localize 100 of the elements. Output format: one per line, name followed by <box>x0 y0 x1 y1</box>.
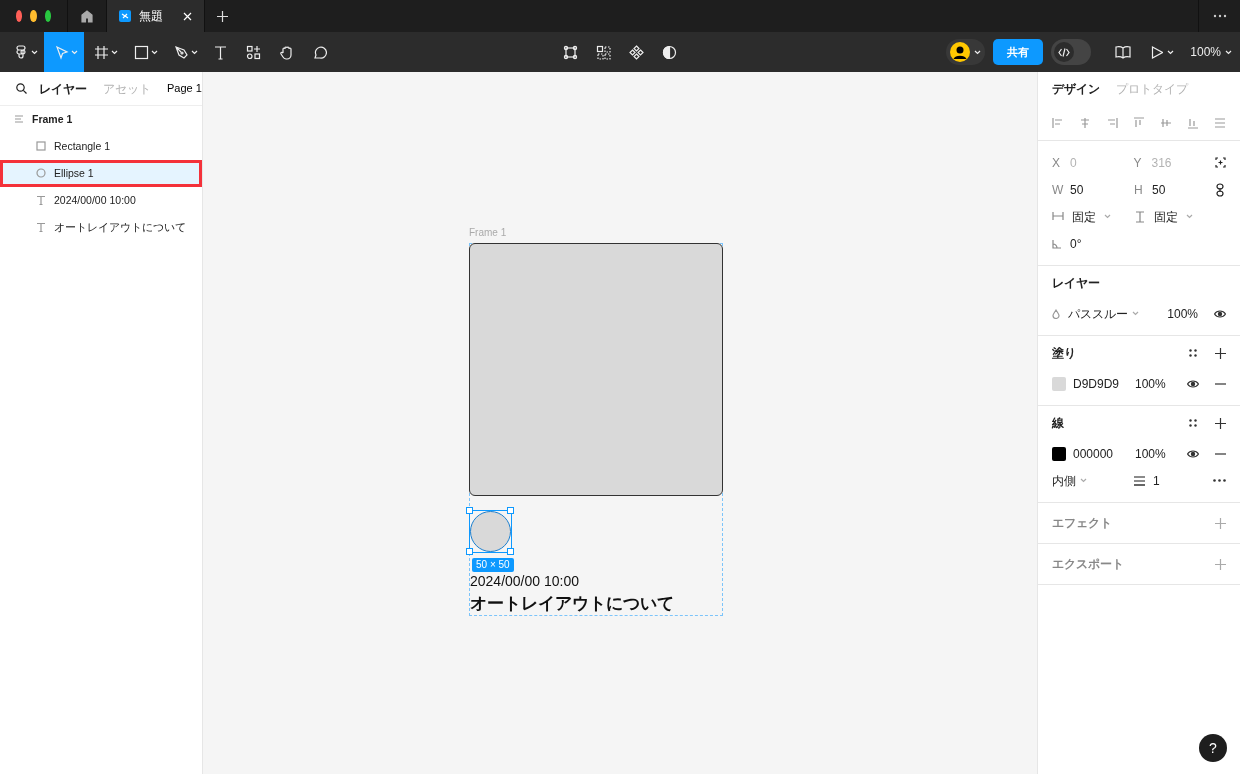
close-icon[interactable] <box>183 11 192 21</box>
tab-title: 無題 <box>139 8 163 25</box>
rectangle-layer-icon <box>36 141 46 152</box>
figma-logo-icon <box>14 44 29 60</box>
caret-icon <box>31 49 38 55</box>
frame-selection-icon <box>563 44 578 60</box>
section-title: 線 <box>1052 415 1064 432</box>
window-control-button[interactable] <box>44 10 51 22</box>
zoom-menu[interactable]: 100% <box>1190 43 1232 61</box>
help-button[interactable]: ? <box>1199 734 1227 762</box>
layer-row[interactable]: 2024/00/00 10:00 <box>0 187 202 214</box>
stroke-weight-field[interactable]: 1 <box>1134 471 1160 490</box>
visibility-icon[interactable] <box>1187 449 1199 458</box>
home-icon <box>80 9 94 23</box>
caret-icon <box>151 49 158 55</box>
layer-row[interactable]: Ellipse 1 <box>0 160 202 187</box>
add-icon[interactable] <box>1215 417 1226 429</box>
resize-handle[interactable] <box>466 548 473 555</box>
file-icon <box>119 10 131 22</box>
caret-icon <box>71 49 78 55</box>
book-icon[interactable] <box>1115 45 1132 59</box>
page-selector[interactable]: Page 1 <box>167 80 202 97</box>
caret-icon <box>974 49 982 55</box>
present-button[interactable] <box>1151 45 1175 59</box>
hex-field[interactable]: D9D9D9 <box>1073 374 1135 393</box>
sizing-dropdown[interactable]: 固定 <box>1052 207 1134 226</box>
drop-icon <box>1052 308 1060 319</box>
styles-icon[interactable] <box>1189 419 1197 427</box>
heading-text: オートレイアウトについて <box>470 594 674 614</box>
rotation-field[interactable]: 0° <box>1052 230 1226 257</box>
resize-handle[interactable] <box>507 507 514 514</box>
sizing-dropdown[interactable]: 固定 <box>1134 207 1216 226</box>
layer-row[interactable]: Frame 1 <box>0 106 202 133</box>
window-control-button[interactable] <box>16 10 23 22</box>
section-title: エクスポート <box>1052 556 1124 573</box>
more-icon[interactable] <box>1213 479 1226 482</box>
add-tab-icon[interactable] <box>217 10 228 22</box>
comment-icon <box>312 44 327 60</box>
more-icon[interactable] <box>1212 14 1227 18</box>
resize-handle[interactable] <box>507 548 514 555</box>
layer-row[interactable]: Rectangle 1 <box>0 133 202 160</box>
frame-label: Frame 1 <box>469 226 507 240</box>
cursor-icon <box>54 44 69 60</box>
frame-layer-icon <box>14 114 24 125</box>
hand-icon <box>279 44 294 60</box>
play-icon <box>1151 45 1164 59</box>
date-text: 2024/00/00 10:00 <box>470 573 579 589</box>
square-icon <box>134 44 149 60</box>
caret-icon <box>111 49 118 55</box>
opacity-field[interactable]: 100% <box>1167 304 1198 323</box>
pen-icon <box>174 44 189 60</box>
focus-icon[interactable] <box>1215 157 1226 168</box>
frame-icon <box>94 44 109 60</box>
caret-icon <box>1104 214 1111 219</box>
caret-icon <box>1167 49 1175 55</box>
contrast-icon <box>662 44 677 60</box>
text-layer-icon <box>36 222 46 233</box>
remove-icon[interactable] <box>1215 452 1226 455</box>
color-swatch[interactable] <box>1052 376 1066 391</box>
link-icon[interactable] <box>1216 182 1224 197</box>
size-badge: 50 × 50 <box>472 558 514 572</box>
panel-tab[interactable]: レイヤー <box>39 79 87 98</box>
grid-icon <box>596 44 611 60</box>
remove-icon[interactable] <box>1215 382 1226 385</box>
opacity-field[interactable]: 100% <box>1135 374 1166 393</box>
hex-field[interactable]: 000000 <box>1073 444 1135 463</box>
layer-row[interactable]: オートレイアウトについて <box>0 214 202 241</box>
dev-mode-toggle[interactable] <box>1051 39 1092 65</box>
file-tab[interactable]: 無題 <box>107 0 205 32</box>
angle-icon <box>1052 238 1062 249</box>
avatar-menu[interactable] <box>946 39 986 65</box>
window-control-button[interactable] <box>30 10 37 22</box>
caret-icon <box>1225 49 1232 55</box>
visibility-icon[interactable] <box>1187 379 1199 388</box>
avatar-icon <box>950 42 971 62</box>
add-icon[interactable] <box>1215 347 1226 359</box>
code-icon <box>1058 47 1071 57</box>
caret-icon <box>191 49 198 55</box>
visibility-icon[interactable] <box>1214 309 1226 318</box>
number-field[interactable]: W 50 <box>1052 180 1134 199</box>
stroke-position-dropdown[interactable]: 内側 <box>1052 471 1134 490</box>
text-icon <box>213 44 228 60</box>
search-icon[interactable] <box>16 83 27 94</box>
section-title: エフェクト <box>1052 515 1112 532</box>
text-layer-icon <box>36 195 46 206</box>
caret-icon <box>1080 478 1087 483</box>
height-icon <box>1134 210 1146 223</box>
resize-handle[interactable] <box>466 507 473 514</box>
width-icon <box>1052 210 1064 223</box>
panel-tab[interactable]: デザイン <box>1052 80 1100 98</box>
caret-icon <box>1132 311 1139 316</box>
stroke-weight-icon <box>1134 475 1145 486</box>
section-title: レイヤー <box>1052 275 1100 292</box>
styles-icon[interactable] <box>1189 349 1197 357</box>
section-title: 塗り <box>1052 345 1076 362</box>
color-swatch[interactable] <box>1052 446 1066 461</box>
number-field[interactable]: H 50 <box>1134 180 1216 199</box>
blend-dropdown[interactable]: パススルー <box>1068 304 1139 323</box>
caret-icon <box>1186 214 1193 219</box>
opacity-field[interactable]: 100% <box>1135 444 1166 463</box>
